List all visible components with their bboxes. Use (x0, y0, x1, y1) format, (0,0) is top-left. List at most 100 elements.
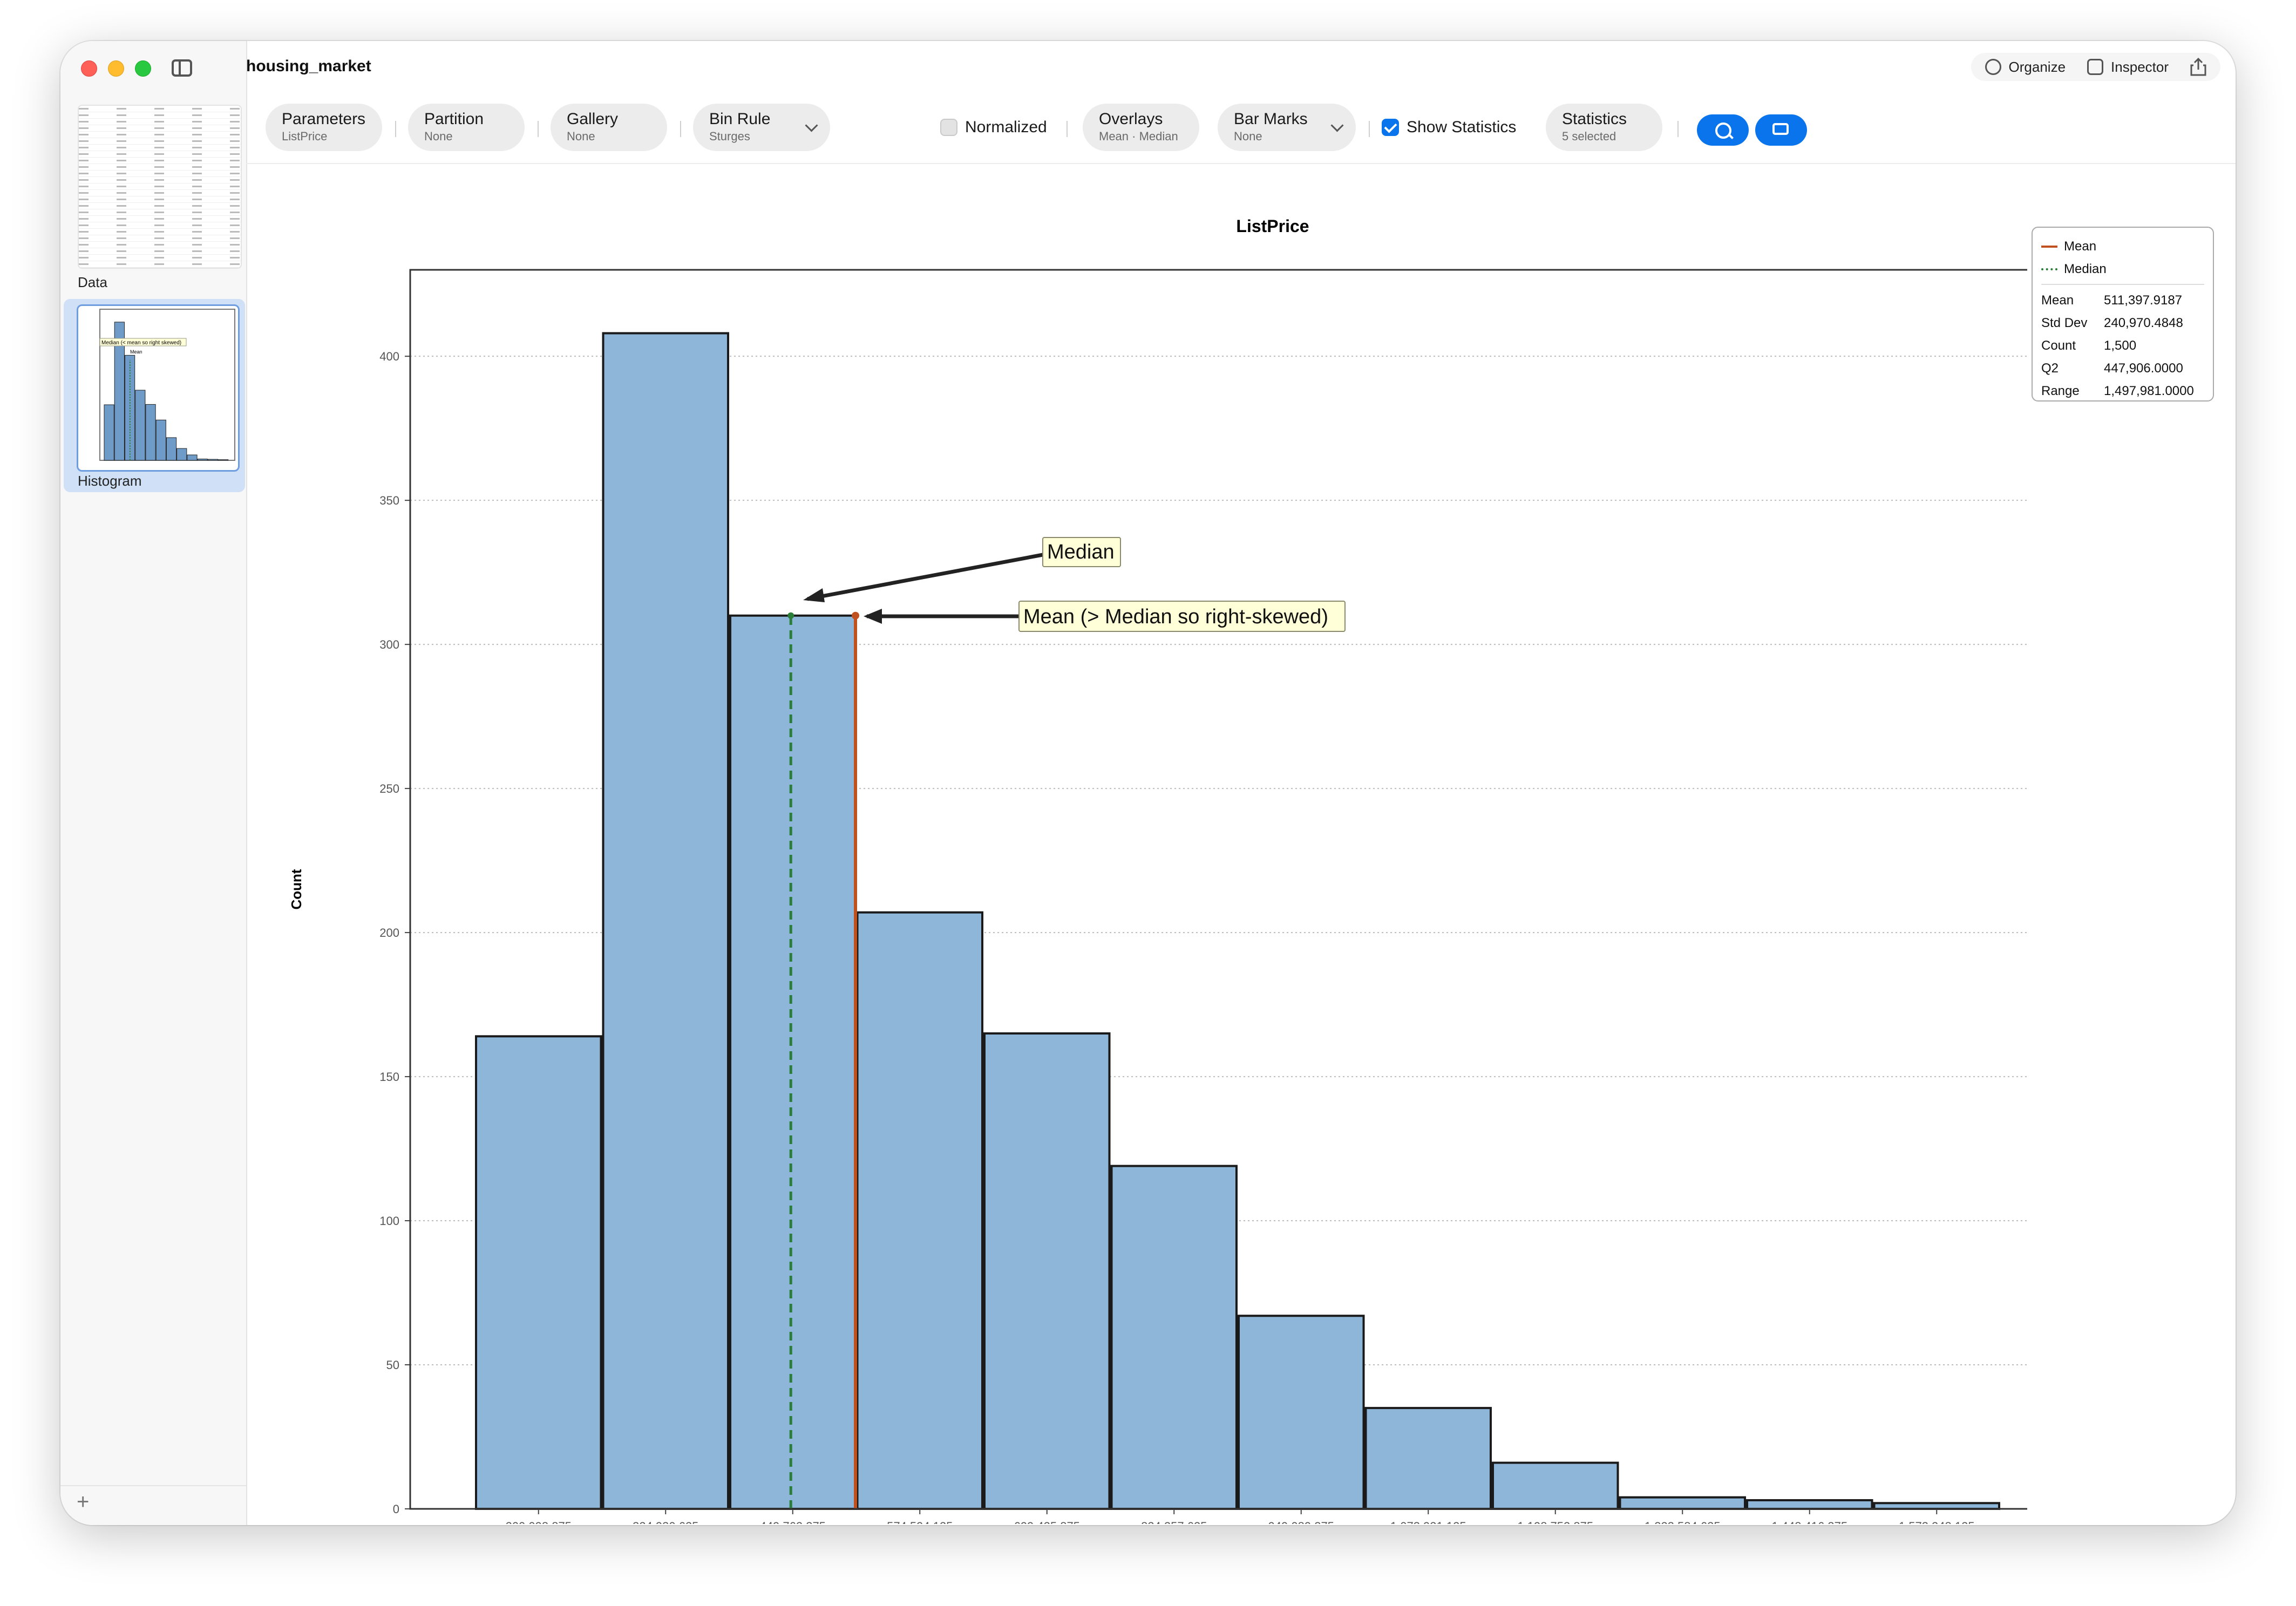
partition-value: None (424, 130, 453, 143)
thumbnail-table-row (79, 203, 241, 209)
chart-title: ListPrice (1236, 216, 1309, 236)
thumbnail-bar (187, 454, 198, 461)
legend-item-median: Median (2041, 258, 2204, 281)
mean-annotation: Mean (> Median so right-skewed) (864, 601, 1346, 632)
show-statistics-checkbox[interactable]: Show Statistics (1382, 118, 1516, 137)
histogram-bar (602, 332, 729, 1510)
zoom-window-button[interactable] (135, 60, 151, 77)
toolbar-separator (1369, 121, 1370, 137)
share-button[interactable] (2190, 58, 2206, 76)
stat-value: 1,497,981.0000 (2104, 384, 2194, 398)
x-tick-label: 324,930.625 (633, 1520, 698, 1524)
histogram-bar (1110, 1165, 1238, 1510)
thumbnail-bar (145, 404, 156, 461)
toolbar-separator (1067, 121, 1068, 137)
zoom-button[interactable] (1697, 114, 1749, 146)
parameters-button[interactable]: Parameters ListPrice (266, 104, 382, 151)
legend-label: Median (2064, 262, 2107, 276)
parameters-title: Parameters (282, 110, 366, 128)
thumbnail-bar (135, 390, 146, 461)
sidebar-item-data-thumbnail[interactable] (78, 105, 242, 269)
minimize-window-button[interactable] (108, 60, 124, 77)
median-arrow (807, 553, 1043, 601)
organize-button[interactable]: Organize (1985, 59, 2066, 76)
show-statistics-label: Show Statistics (1407, 118, 1517, 136)
gallery-button[interactable]: Gallery None (551, 104, 667, 151)
stat-row: Range 1,497,981.0000 (2041, 380, 2204, 403)
stat-value: 240,970.4848 (2104, 316, 2183, 330)
thumbnail-table-row (79, 255, 241, 261)
normalized-label: Normalized (965, 118, 1047, 136)
histogram-bar (983, 1032, 1111, 1510)
y-tick-label: 300 (379, 638, 399, 651)
y-tick-label: 100 (379, 1214, 399, 1228)
x-tick-label: 1,073,921.125 (1390, 1520, 1466, 1524)
organize-icon (1985, 59, 2001, 75)
thumbnail-table-row (79, 171, 241, 177)
mean-label: Mean (> Median so right-skewed) (1023, 605, 1328, 628)
partition-button[interactable]: Partition None (408, 104, 525, 151)
y-tick-label: 0 (393, 1502, 399, 1516)
thumbnail-table-row (79, 242, 241, 248)
thumbnail-table-row (79, 183, 241, 190)
titlebar-actions: Organize Inspector (1971, 53, 2220, 81)
histogram-bar (1364, 1407, 1492, 1510)
y-tick-label: 150 (379, 1070, 399, 1084)
legend-panel: Mean Median Mean 511,397.9187 Std Dev 240,… (2032, 227, 2214, 402)
stat-key: Mean (2041, 293, 2074, 308)
organize-label: Organize (2008, 58, 2066, 75)
bar-marks-dropdown[interactable]: Bar Marks None (1218, 104, 1356, 151)
sidebar-toggle-icon[interactable] (172, 59, 192, 77)
thumbnail-table-row (79, 196, 241, 203)
sidebar-item-histogram-thumbnail[interactable]: Median (< mean so right skewed) Mean (77, 304, 240, 472)
thumbnail-table-row (79, 151, 241, 158)
normalized-checkbox[interactable]: Normalized (940, 118, 1047, 137)
comment-button[interactable] (1755, 114, 1807, 146)
x-tick-label: 574,594.125 (887, 1520, 953, 1524)
x-tick-label: 1,198,752.875 (1517, 1520, 1593, 1524)
sidebar-item-label[interactable]: Histogram (78, 473, 141, 489)
thumbnail-table-row (79, 190, 241, 196)
mean-arrowhead-icon (864, 609, 882, 624)
bin-rule-dropdown[interactable]: Bin Rule Sturges (693, 104, 830, 151)
bar-marks-value: None (1234, 130, 1262, 143)
stat-value: 511,397.9187 (2104, 293, 2183, 308)
histogram-bar (1619, 1496, 1746, 1510)
thumbnail-table-row (79, 248, 241, 255)
inspector-button[interactable]: Inspector (2087, 59, 2169, 76)
toolbar-separator (1677, 121, 1679, 137)
thumbnail-bar (166, 437, 177, 461)
x-tick-label: 200,098.875 (506, 1520, 572, 1524)
median-annotation: Median (803, 537, 1121, 602)
histogram-bar (1238, 1315, 1365, 1510)
bin-rule-title: Bin Rule (709, 110, 771, 128)
legend-divider (2041, 284, 2204, 285)
mean-line-swatch (2041, 246, 2057, 248)
close-window-button[interactable] (81, 60, 97, 77)
stat-key: Q2 (2041, 361, 2059, 376)
y-tick-label: 50 (386, 1358, 399, 1372)
inspector-label: Inspector (2111, 58, 2169, 75)
partition-title: Partition (424, 110, 484, 128)
statistics-button[interactable]: Statistics 5 selected (1546, 104, 1662, 151)
histogram-bar (475, 1035, 602, 1510)
thumbnail-table-row (79, 229, 241, 235)
histogram-bar (729, 614, 857, 1510)
thumbnail-table-row (79, 145, 241, 151)
add-icon[interactable]: + (77, 1490, 89, 1514)
overlays-button[interactable]: Overlays Mean · Median (1083, 104, 1199, 151)
y-tick-label: 350 (379, 494, 399, 507)
x-tick-label: 1,448,416.375 (1771, 1520, 1847, 1524)
thumbnail-table-row (79, 106, 241, 112)
median-line-swatch (2041, 268, 2057, 270)
mean-marker (852, 611, 860, 620)
histogram-bar (1873, 1502, 2000, 1510)
thumbnail-mean-text: Mean (130, 349, 142, 355)
toolbar: Parameters ListPrice Partition None Gall… (246, 93, 2236, 164)
thumbnail-table-row (79, 138, 241, 145)
histogram-chart: ListPrice Count 200,098.875 324,930.625 44… (288, 216, 2027, 1524)
document-title: housing_market (246, 57, 371, 75)
histogram-bar (1746, 1499, 1873, 1510)
sidebar-item-label[interactable]: Data (78, 274, 107, 291)
gallery-value: None (567, 130, 595, 143)
